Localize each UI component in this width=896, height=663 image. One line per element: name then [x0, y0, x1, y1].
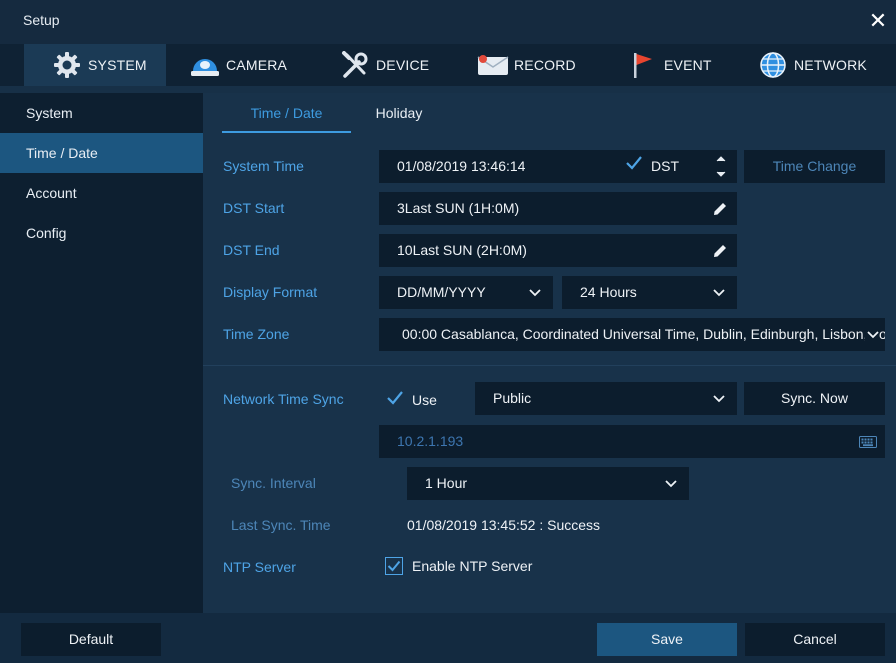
- system-time-value: 01/08/2019 13:46:14: [397, 158, 526, 174]
- tab-network-label: NETWORK: [794, 57, 867, 73]
- spinner-up-icon: [716, 156, 726, 162]
- last-sync-time-label: Last Sync. Time: [231, 517, 331, 533]
- sidebar-item-account[interactable]: Account: [0, 173, 203, 213]
- cancel-button[interactable]: Cancel: [745, 623, 885, 656]
- tab-camera[interactable]: CAMERA: [188, 44, 298, 86]
- last-sync-time-value: 01/08/2019 13:45:52 : Success: [407, 517, 601, 533]
- enable-ntp-server-checkbox[interactable]: Enable NTP Server: [385, 557, 532, 575]
- tools-icon: [338, 50, 372, 80]
- record-icon: [476, 50, 510, 80]
- server-address-input[interactable]: 10.2.1.193: [379, 425, 885, 458]
- chevron-down-icon: [865, 318, 879, 351]
- network-time-sync-label: Network Time Sync: [223, 391, 344, 407]
- use-label: Use: [412, 391, 437, 408]
- sidebar-item-config[interactable]: Config: [0, 213, 203, 253]
- date-format-select[interactable]: DD/MM/YYYY: [379, 276, 553, 309]
- sync-interval-value: 1 Hour: [425, 475, 468, 491]
- dst-end-field[interactable]: 10Last SUN (2H:0M): [379, 234, 737, 267]
- sync-interval-select[interactable]: 1 Hour: [407, 467, 689, 500]
- sidebar-item-system[interactable]: System: [0, 93, 203, 133]
- subtab-holiday[interactable]: Holiday: [360, 93, 438, 133]
- globe-icon: [756, 50, 790, 80]
- title-bar: [0, 0, 896, 44]
- close-icon[interactable]: ✕: [866, 8, 890, 34]
- system-time-label: System Time: [223, 158, 304, 174]
- check-icon: [385, 557, 403, 575]
- system-time-field[interactable]: 01/08/2019 13:46:14 DST: [379, 150, 737, 183]
- dst-end-label: DST End: [223, 242, 280, 258]
- display-format-label: Display Format: [223, 284, 318, 300]
- tab-event[interactable]: EVENT: [626, 44, 726, 86]
- tab-device-label: DEVICE: [376, 57, 430, 73]
- server-type-select[interactable]: Public: [475, 382, 737, 415]
- enable-ntp-server-label: Enable NTP Server: [412, 558, 533, 574]
- tab-event-label: EVENT: [664, 57, 712, 73]
- sync-interval-label: Sync. Interval: [231, 475, 316, 491]
- dst-end-value: 10Last SUN (2H:0M): [397, 242, 527, 258]
- tab-camera-label: CAMERA: [226, 57, 288, 73]
- date-format-value: DD/MM/YYYY: [397, 284, 486, 300]
- server-address-value: 10.2.1.193: [397, 433, 464, 449]
- use-checkbox[interactable]: Use: [386, 390, 437, 409]
- time-change-button[interactable]: Time Change: [744, 150, 885, 183]
- ntp-server-label: NTP Server: [223, 559, 296, 575]
- camera-icon: [188, 50, 222, 80]
- tab-network[interactable]: NETWORK: [756, 44, 876, 86]
- time-spinner[interactable]: [715, 154, 727, 179]
- tab-device[interactable]: DEVICE: [338, 44, 438, 86]
- sidebar-item-time-date[interactable]: Time / Date: [0, 133, 203, 173]
- flag-icon: [626, 50, 660, 80]
- default-button[interactable]: Default: [21, 623, 161, 656]
- dst-start-label: DST Start: [223, 200, 285, 216]
- dst-start-value: 3Last SUN (1H:0M): [397, 200, 520, 216]
- tab-system[interactable]: SYSTEM: [24, 44, 166, 86]
- time-zone-value: 00:00 Casablanca, Coordinated Universal …: [402, 326, 885, 342]
- dst-start-field[interactable]: 3Last SUN (1H:0M): [379, 192, 737, 225]
- save-button[interactable]: Save: [597, 623, 737, 656]
- dst-label: DST: [651, 158, 679, 174]
- chevron-down-icon: [529, 276, 541, 309]
- chevron-down-icon: [713, 276, 725, 309]
- check-icon: [386, 390, 404, 409]
- dst-checkbox[interactable]: DST: [625, 150, 679, 183]
- subtab-time-date[interactable]: Time / Date: [222, 93, 351, 133]
- server-type-value: Public: [493, 390, 532, 406]
- gear-icon: [50, 50, 84, 80]
- tab-record[interactable]: RECORD: [476, 44, 586, 86]
- tab-system-label: SYSTEM: [88, 57, 147, 73]
- pencil-icon[interactable]: [711, 234, 729, 267]
- chevron-down-icon: [665, 467, 677, 500]
- section-divider: [203, 365, 896, 366]
- check-icon: [625, 150, 643, 183]
- pencil-icon[interactable]: [711, 192, 729, 225]
- time-zone-select[interactable]: 00:00 Casablanca, Coordinated Universal …: [379, 318, 885, 351]
- tab-record-label: RECORD: [514, 57, 576, 73]
- sync-now-button[interactable]: Sync. Now: [744, 382, 885, 415]
- time-zone-label: Time Zone: [223, 326, 290, 342]
- spinner-down-icon: [716, 171, 726, 177]
- chevron-down-icon: [713, 382, 725, 415]
- hour-format-value: 24 Hours: [580, 284, 637, 300]
- hour-format-select[interactable]: 24 Hours: [562, 276, 737, 309]
- window-title: Setup: [23, 12, 60, 28]
- keyboard-icon[interactable]: [859, 425, 877, 458]
